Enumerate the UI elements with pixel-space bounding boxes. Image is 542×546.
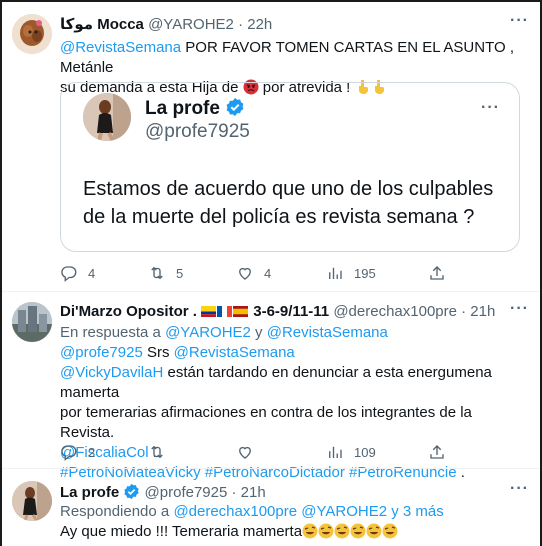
spain-flag-icon: [233, 306, 249, 317]
quoted-author: La profe: [145, 97, 245, 120]
avatar[interactable]: [12, 302, 52, 342]
more-options-icon[interactable]: ···: [510, 480, 529, 498]
more-options-icon[interactable]: ···: [481, 99, 500, 117]
views-chart-icon: [329, 267, 342, 279]
avatar[interactable]: [12, 481, 52, 521]
tweet-time[interactable]: · 22h: [238, 16, 272, 33]
avatar[interactable]: [83, 93, 131, 141]
author-name[interactable]: La profe: [145, 98, 220, 119]
tweet-actions: 2 109: [60, 443, 530, 463]
more-options-icon[interactable]: ···: [510, 300, 529, 318]
reply-button[interactable]: 4: [60, 264, 95, 282]
tweet-derechax100pre[interactable]: Di'Marzo Opositor . 3-6-9/11-11 @derecha…: [2, 292, 540, 481]
tweet-yarohe2[interactable]: موكا Mocca @YAROHE2 · 22h ··· @RevistaSe…: [2, 0, 540, 289]
mention-link[interactable]: @YAROHE2: [165, 324, 251, 341]
views-chart-icon: [329, 446, 342, 458]
avatar[interactable]: [12, 14, 52, 54]
reply-count: 2: [88, 444, 96, 460]
reply-button[interactable]: 2: [60, 443, 95, 461]
author-name[interactable]: موكا Mocca: [60, 16, 144, 33]
author-name[interactable]: La profe: [60, 484, 119, 501]
mention-link[interactable]: @RevistaSemana: [267, 324, 388, 341]
views-count: 109: [354, 444, 376, 460]
like-count: 4: [264, 265, 272, 281]
reply-icon: [61, 266, 77, 282]
tweet-profe7925-reply[interactable]: La profe @profe7925 · 21h ··· Respondien…: [2, 469, 540, 546]
heart-icon: [239, 267, 251, 280]
reply-icon: [61, 445, 77, 461]
author-handle[interactable]: @profe7925: [145, 484, 228, 501]
more-options-icon[interactable]: ···: [510, 12, 529, 30]
tweet-text: Respondiendo a @derechax100pre @YAROHE2 …: [60, 502, 530, 542]
retweet-button[interactable]: 5: [148, 264, 183, 282]
retweet-icon: [151, 266, 163, 280]
share-button[interactable]: [428, 443, 446, 461]
reply-context: Respondiendo a @derechax100pre @YAROHE2 …: [60, 503, 444, 520]
mention-link[interactable]: @RevistaSemana: [174, 344, 295, 361]
tweet-header: La profe @profe7925 · 21h: [60, 483, 266, 501]
share-button[interactable]: [428, 264, 446, 282]
retweet-icon: [151, 445, 163, 459]
author-handle[interactable]: @derechax100pre: [333, 303, 457, 320]
colombia-flag-icon: [201, 306, 217, 317]
verified-icon: [124, 483, 139, 500]
quoted-text: Estamos de acuerdo que uno de los culpab…: [83, 178, 494, 228]
like-button[interactable]: [236, 443, 264, 461]
views-button[interactable]: 109: [326, 443, 376, 461]
retweet-count: 5: [176, 265, 184, 281]
mention-link[interactable]: @VickyDavilaH: [60, 364, 163, 381]
tweet-time[interactable]: · 21h: [461, 303, 495, 320]
reply-count: 4: [88, 265, 96, 281]
mention-link[interactable]: @RevistaSemana: [60, 39, 181, 56]
quoted-handle[interactable]: @profe7925: [145, 121, 250, 143]
reply-context: En respuesta a @YAROHE2 y @RevistaSemana: [60, 324, 388, 341]
tweet-time[interactable]: · 21h: [232, 484, 266, 501]
author-name[interactable]: Di'Marzo Opositor . 3-6-9/11-11: [60, 303, 329, 320]
share-icon: [430, 266, 444, 280]
france-flag-icon: [217, 306, 233, 317]
tweet-actions: 4 5 4 195: [60, 264, 530, 284]
views-count: 195: [354, 265, 376, 281]
retweet-button[interactable]: [148, 443, 176, 461]
mention-link[interactable]: @profe7925: [60, 344, 143, 361]
like-button[interactable]: 4: [236, 264, 271, 282]
share-icon: [430, 445, 444, 459]
rofl-emoji-icons: [302, 523, 398, 540]
mention-link[interactable]: @derechax100pre @YAROHE2 y 3 más: [173, 503, 443, 520]
views-button[interactable]: 195: [326, 264, 376, 282]
tweet-header: موكا Mocca @YAROHE2 · 22h: [60, 15, 272, 33]
heart-icon: [239, 446, 251, 459]
author-handle[interactable]: @YAROHE2: [148, 16, 234, 33]
quoted-tweet[interactable]: La profe ··· @profe7925 Estamos de acuer…: [60, 82, 520, 252]
verified-icon: [226, 98, 244, 116]
tweet-header: Di'Marzo Opositor . 3-6-9/11-11 @derecha…: [60, 303, 495, 320]
